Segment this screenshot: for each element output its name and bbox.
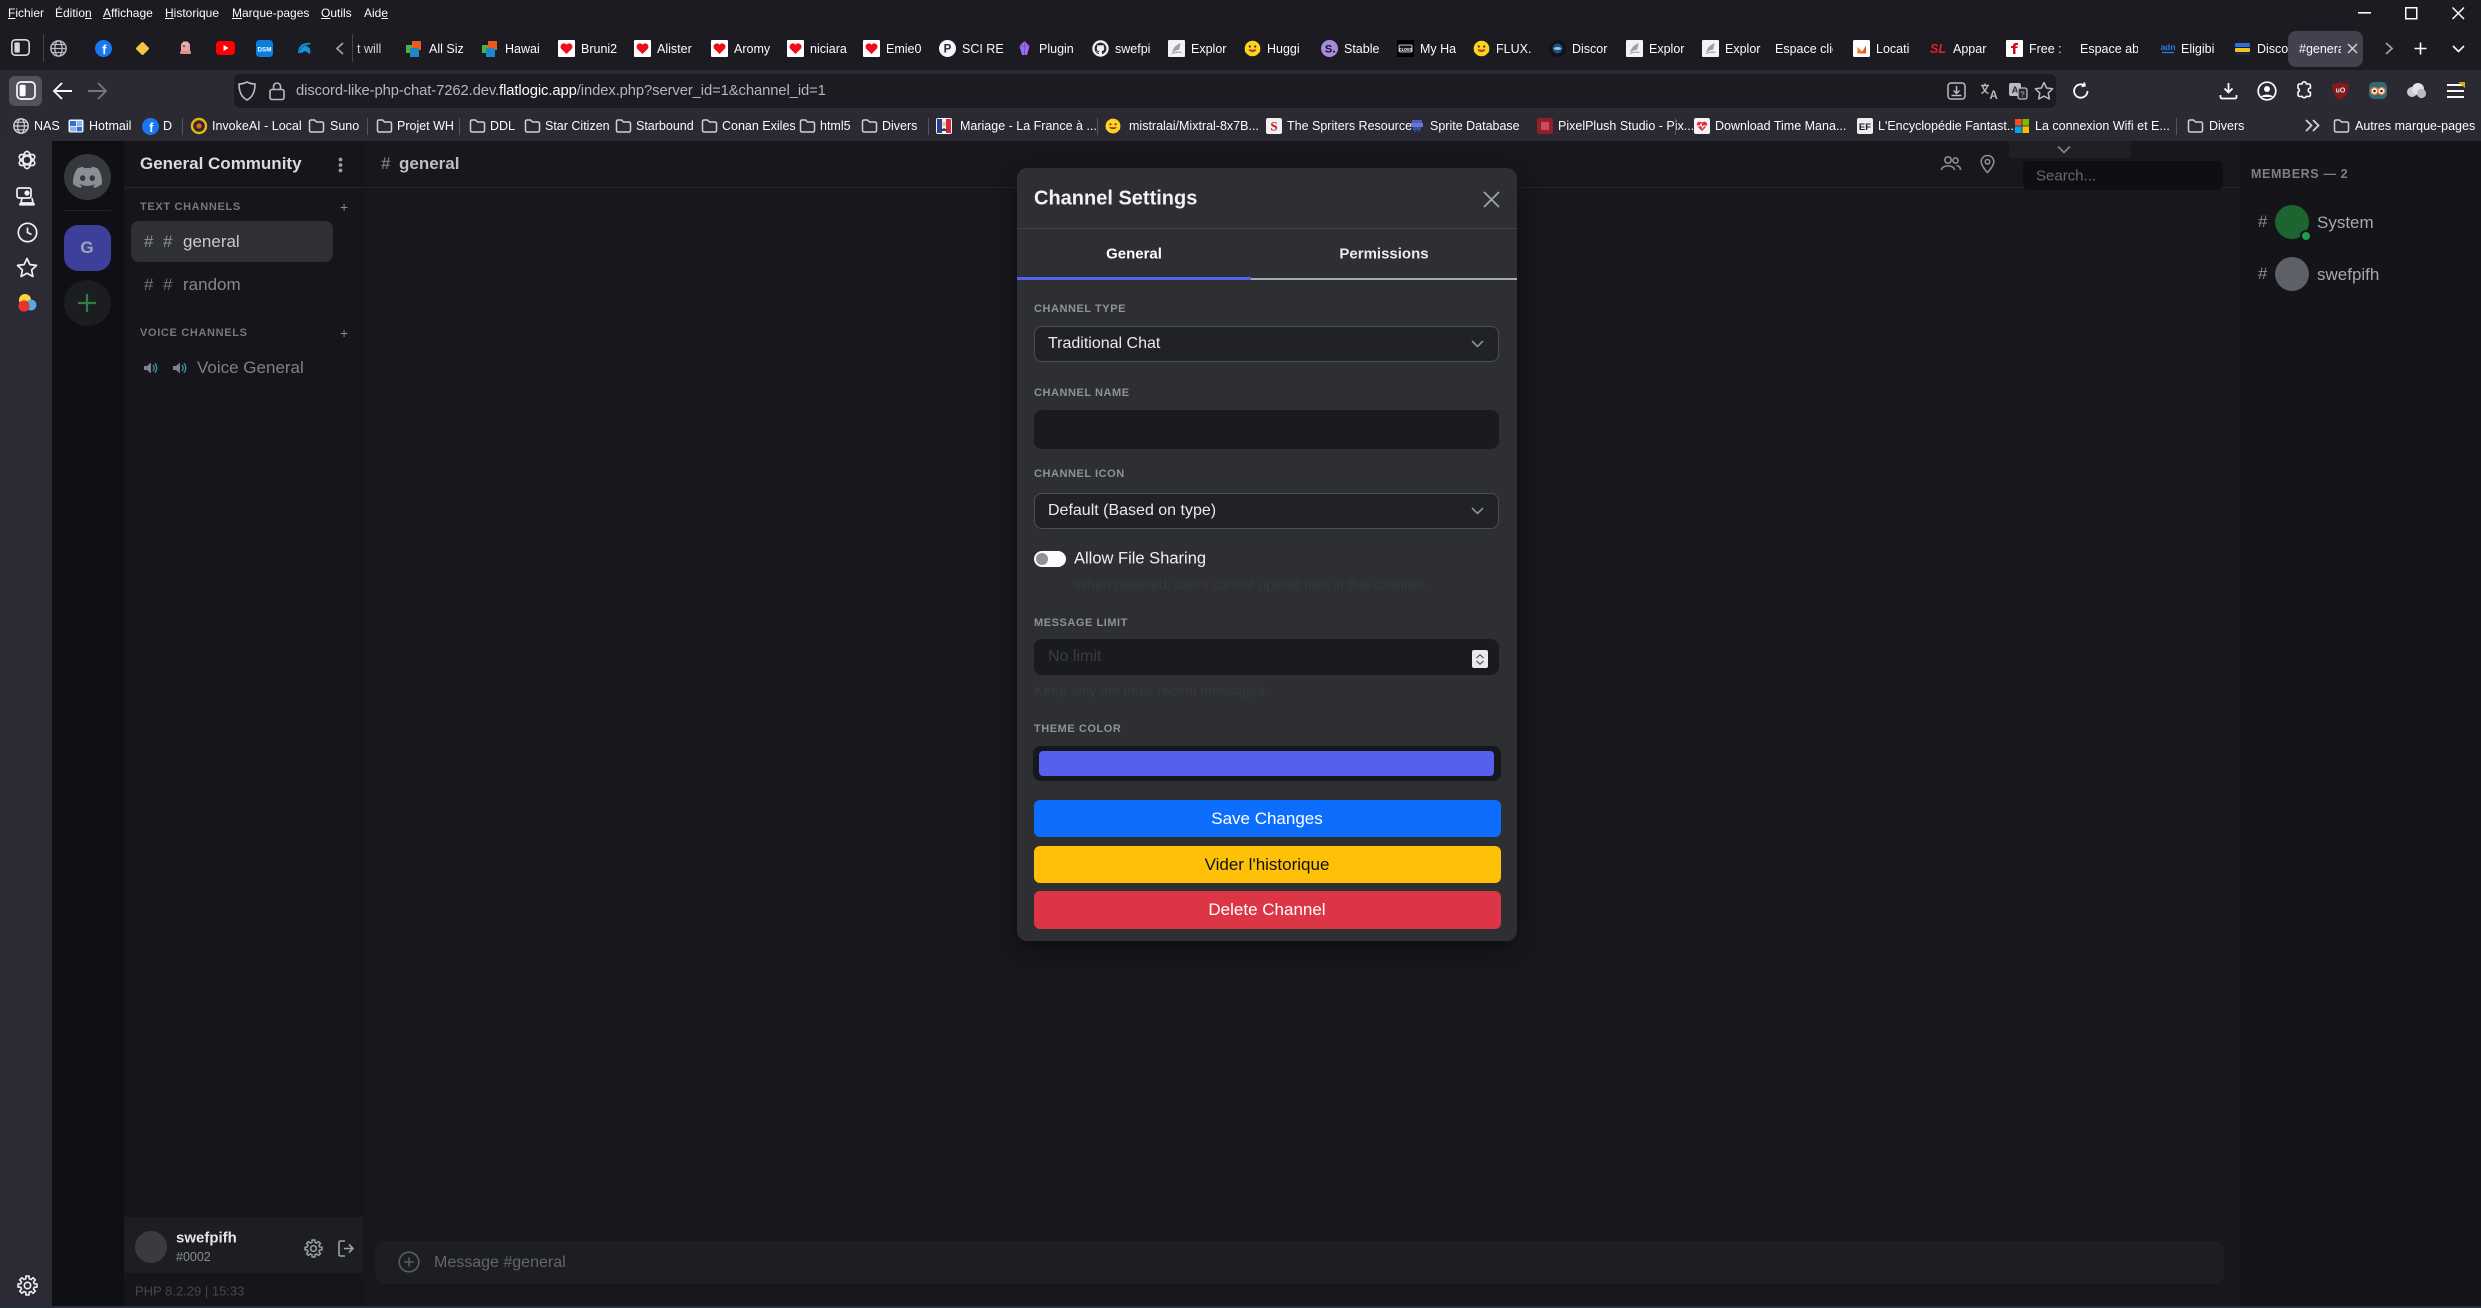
svg-text:?: ? — [2020, 90, 2024, 99]
svg-text:CLOVO: CLOVO — [1399, 48, 1413, 53]
svg-text:A: A — [1990, 90, 1998, 102]
svg-text:EF: EF — [1859, 122, 1871, 133]
svg-text:SL: SL — [1930, 42, 1946, 56]
svg-text:S: S — [1325, 44, 1332, 56]
svg-text:adn: adn — [2160, 42, 2175, 52]
svg-text:P: P — [944, 44, 952, 56]
svg-text:S: S — [1270, 119, 1277, 134]
svg-text:DSM: DSM — [258, 47, 272, 54]
svg-text:uO: uO — [2336, 88, 2346, 95]
